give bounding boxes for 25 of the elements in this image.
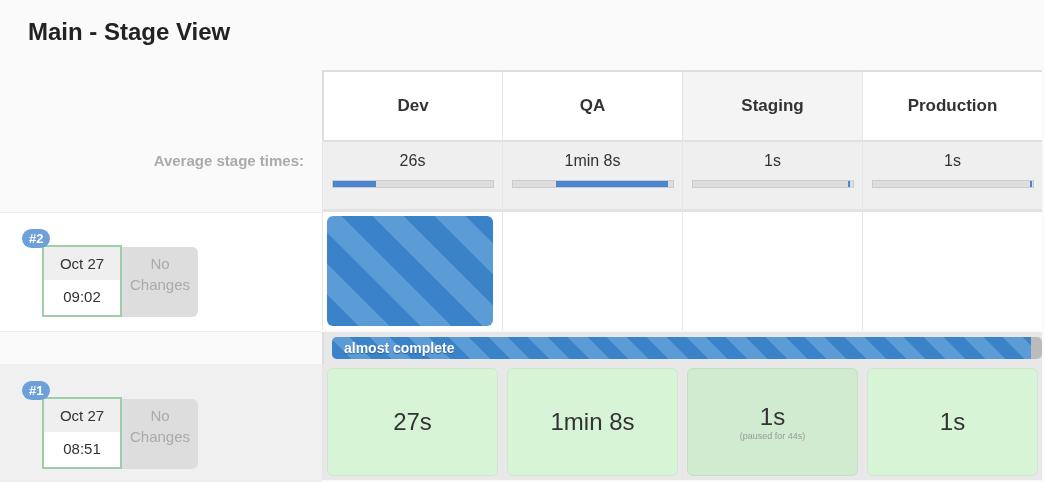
page-title: Main - Stage View: [27, 17, 232, 47]
stage-result-cell[interactable]: 1s (paused for 44s): [687, 368, 858, 476]
stage-result-cell[interactable]: 27s: [327, 368, 498, 476]
running-stage-cell[interactable]: [327, 216, 493, 326]
progress-label: almost complete: [343, 340, 455, 356]
pause-note: (paused for 44s): [739, 431, 806, 441]
stage-result-cell[interactable]: 1s: [867, 368, 1038, 476]
average-label: Average stage times:: [153, 152, 304, 171]
average-time: 1s: [944, 152, 961, 170]
stage-header: Production: [862, 70, 1042, 140]
average-time: 1min 8s: [564, 152, 621, 170]
stage-duration: 1s: [939, 408, 966, 436]
stage-header: Dev: [322, 70, 502, 140]
stage-result-cell[interactable]: 1min 8s: [507, 368, 678, 476]
stage-header: QA: [502, 70, 682, 140]
build-date: Oct 27: [44, 399, 120, 432]
stage-duration: 1s: [759, 403, 786, 431]
average-time: 1s: [764, 152, 781, 170]
build-time: 08:51: [62, 439, 102, 459]
average-time: 26s: [399, 152, 426, 170]
build-date: Oct 27: [44, 247, 120, 280]
build-time: 09:02: [62, 287, 102, 307]
stage-header: Staging: [682, 70, 862, 140]
stage-duration: 27s: [393, 408, 432, 436]
stage-duration: 1min 8s: [550, 408, 635, 436]
